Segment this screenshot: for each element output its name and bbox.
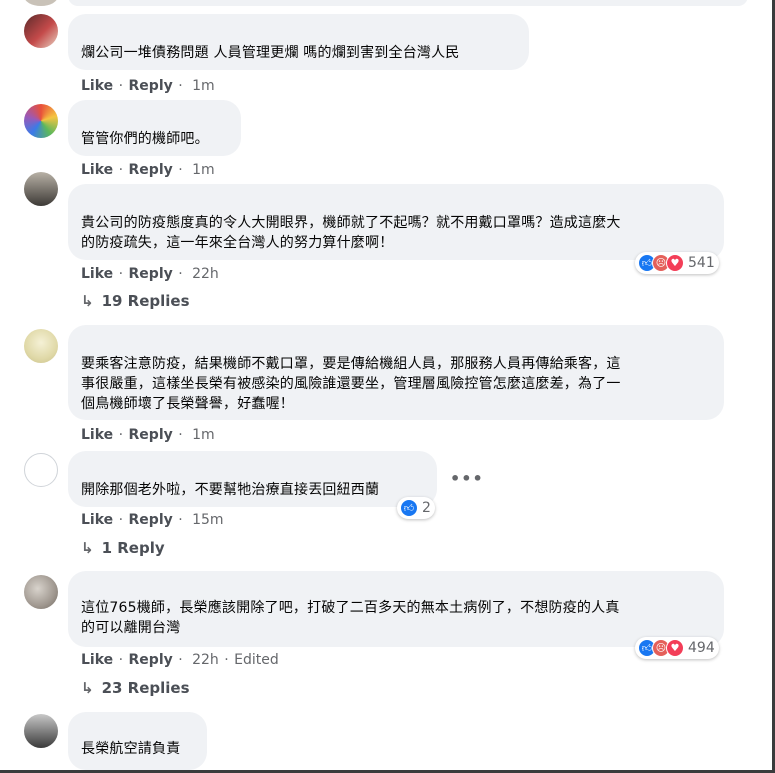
reply-arrow-icon: ↳ <box>81 539 94 557</box>
timestamp[interactable]: 1m <box>192 427 215 443</box>
separator: · <box>173 512 188 528</box>
reaction-summary[interactable]: 👍︎ 2 <box>397 497 435 519</box>
avatar[interactable] <box>24 104 58 138</box>
timestamp[interactable]: 1m <box>192 78 215 94</box>
timestamp[interactable]: 22h <box>192 652 219 668</box>
separator: · <box>114 652 128 668</box>
like-button[interactable]: Like <box>81 162 113 178</box>
avatar[interactable] <box>24 329 58 363</box>
reply-button[interactable]: Reply <box>129 427 173 443</box>
comment-bubble <box>68 0 748 6</box>
reply-button[interactable]: Reply <box>129 652 173 668</box>
comment-text: 管管你們的機師吧。 <box>81 131 209 147</box>
comment-text-line: 這位765機師，長榮應該開除了吧，打破了二百多天的無本土病例了，不想防疫的人真 <box>81 600 620 616</box>
comment-bubble: 貴公司的防疫態度真的令人大開眼界，機師就了不起嗎？就不用戴口罩嗎？造成這麼大 的… <box>68 184 724 260</box>
comment-actions: Like · Reply · 22h · Edited <box>81 652 279 668</box>
separator: · <box>173 266 188 282</box>
comment-actions: Like · Reply · 1m <box>81 78 215 94</box>
avatar[interactable] <box>24 0 58 6</box>
reaction-summary[interactable]: 👍︎ ☹︎ ♥ 494 <box>635 637 719 659</box>
view-replies-link[interactable]: ↳ 1 Reply <box>81 539 165 557</box>
reaction-summary[interactable]: 👍︎ ☹︎ ♥ 541 <box>635 252 719 274</box>
reply-button[interactable]: Reply <box>129 266 173 282</box>
timestamp[interactable]: 22h <box>192 266 219 282</box>
view-replies-link[interactable]: ↳ 19 Replies <box>81 292 190 310</box>
comment-actions: Like · Reply · 1m <box>81 162 215 178</box>
reply-arrow-icon: ↳ <box>81 679 94 697</box>
comment-bubble: 開除那個老外啦，不要幫牠治療直接丟回紐西蘭 <box>68 451 437 507</box>
comment-bubble: 爛公司一堆債務問題 人員管理更爛 嗎的爛到害到全台灣人民 <box>68 14 529 70</box>
more-options-icon[interactable]: ••• <box>450 469 484 488</box>
separator: · <box>173 162 188 178</box>
comment-text: 爛公司一堆債務問題 人員管理更爛 嗎的爛到害到全台灣人民 <box>81 45 460 61</box>
replies-count: 23 Replies <box>101 679 190 697</box>
separator: · <box>219 652 234 668</box>
timestamp[interactable]: 1m <box>192 162 215 178</box>
reaction-count: 2 <box>422 500 431 516</box>
edited-label: Edited <box>234 652 279 668</box>
reaction-count: 541 <box>688 255 715 271</box>
reply-button[interactable]: Reply <box>129 512 173 528</box>
like-button[interactable]: Like <box>81 266 113 282</box>
like-button[interactable]: Like <box>81 512 113 528</box>
replies-count: 19 Replies <box>101 292 190 310</box>
comment-text-line: 個鳥機師壞了長榮聲譽，好蠢喔！ <box>81 396 294 412</box>
like-reaction-icon: 👍︎ <box>400 499 418 517</box>
comment-text-line: 要乘客注意防疫，結果機師不戴口罩，要是傳給機組人員，那服務人員再傳給乘客，這 <box>81 356 621 372</box>
comment-text-line: 的防疫疏失，這一年來全台灣人的努力算什麼啊！ <box>81 235 394 251</box>
avatar[interactable] <box>24 575 58 609</box>
comment-actions: Like · Reply · 1m <box>81 427 215 443</box>
like-button[interactable]: Like <box>81 652 113 668</box>
replies-count: 1 Reply <box>101 539 165 557</box>
comment-bubble: 管管你們的機師吧。 <box>68 100 241 156</box>
comment-text-line: 事很嚴重，這樣坐長榮有被感染的風險誰還要坐，管理層風險控管怎麼這麼差，為了一 <box>81 376 621 392</box>
love-reaction-icon: ♥ <box>666 639 684 657</box>
avatar[interactable] <box>24 714 58 748</box>
love-reaction-icon: ♥ <box>666 254 684 272</box>
separator: · <box>114 512 128 528</box>
separator: · <box>114 78 128 94</box>
separator: · <box>114 266 128 282</box>
reply-button[interactable]: Reply <box>129 162 173 178</box>
avatar[interactable] <box>24 453 58 487</box>
comment-bubble: 要乘客注意防疫，結果機師不戴口罩，要是傳給機組人員，那服務人員再傳給乘客，這 事… <box>68 325 724 420</box>
comment-bubble: 長榮航空請負責 <box>68 712 207 770</box>
separator: · <box>114 162 128 178</box>
comment-bubble: 這位765機師，長榮應該開除了吧，打破了二百多天的無本土病例了，不想防疫的人真 … <box>68 571 724 647</box>
comment-text-line: 的可以離開台灣 <box>81 620 181 636</box>
avatar[interactable] <box>24 14 58 48</box>
comment-actions: Like · Reply · 22h <box>81 266 219 282</box>
separator: · <box>173 78 188 94</box>
comment-text: 長榮航空請負責 <box>81 741 181 757</box>
like-button[interactable]: Like <box>81 427 113 443</box>
separator: · <box>173 427 188 443</box>
comment-text-line: 貴公司的防疫態度真的令人大開眼界，機師就了不起嗎？就不用戴口罩嗎？造成這麼大 <box>81 215 621 231</box>
reply-arrow-icon: ↳ <box>81 292 94 310</box>
separator: · <box>173 652 188 668</box>
reply-button[interactable]: Reply <box>129 78 173 94</box>
view-replies-link[interactable]: ↳ 23 Replies <box>81 679 190 697</box>
comment-text: 開除那個老外啦，不要幫牠治療直接丟回紐西蘭 <box>81 482 380 498</box>
separator: · <box>114 427 128 443</box>
timestamp[interactable]: 15m <box>192 512 223 528</box>
reaction-count: 494 <box>688 640 715 656</box>
like-button[interactable]: Like <box>81 78 113 94</box>
avatar[interactable] <box>24 172 58 206</box>
comment-actions: Like · Reply · 15m <box>81 512 224 528</box>
